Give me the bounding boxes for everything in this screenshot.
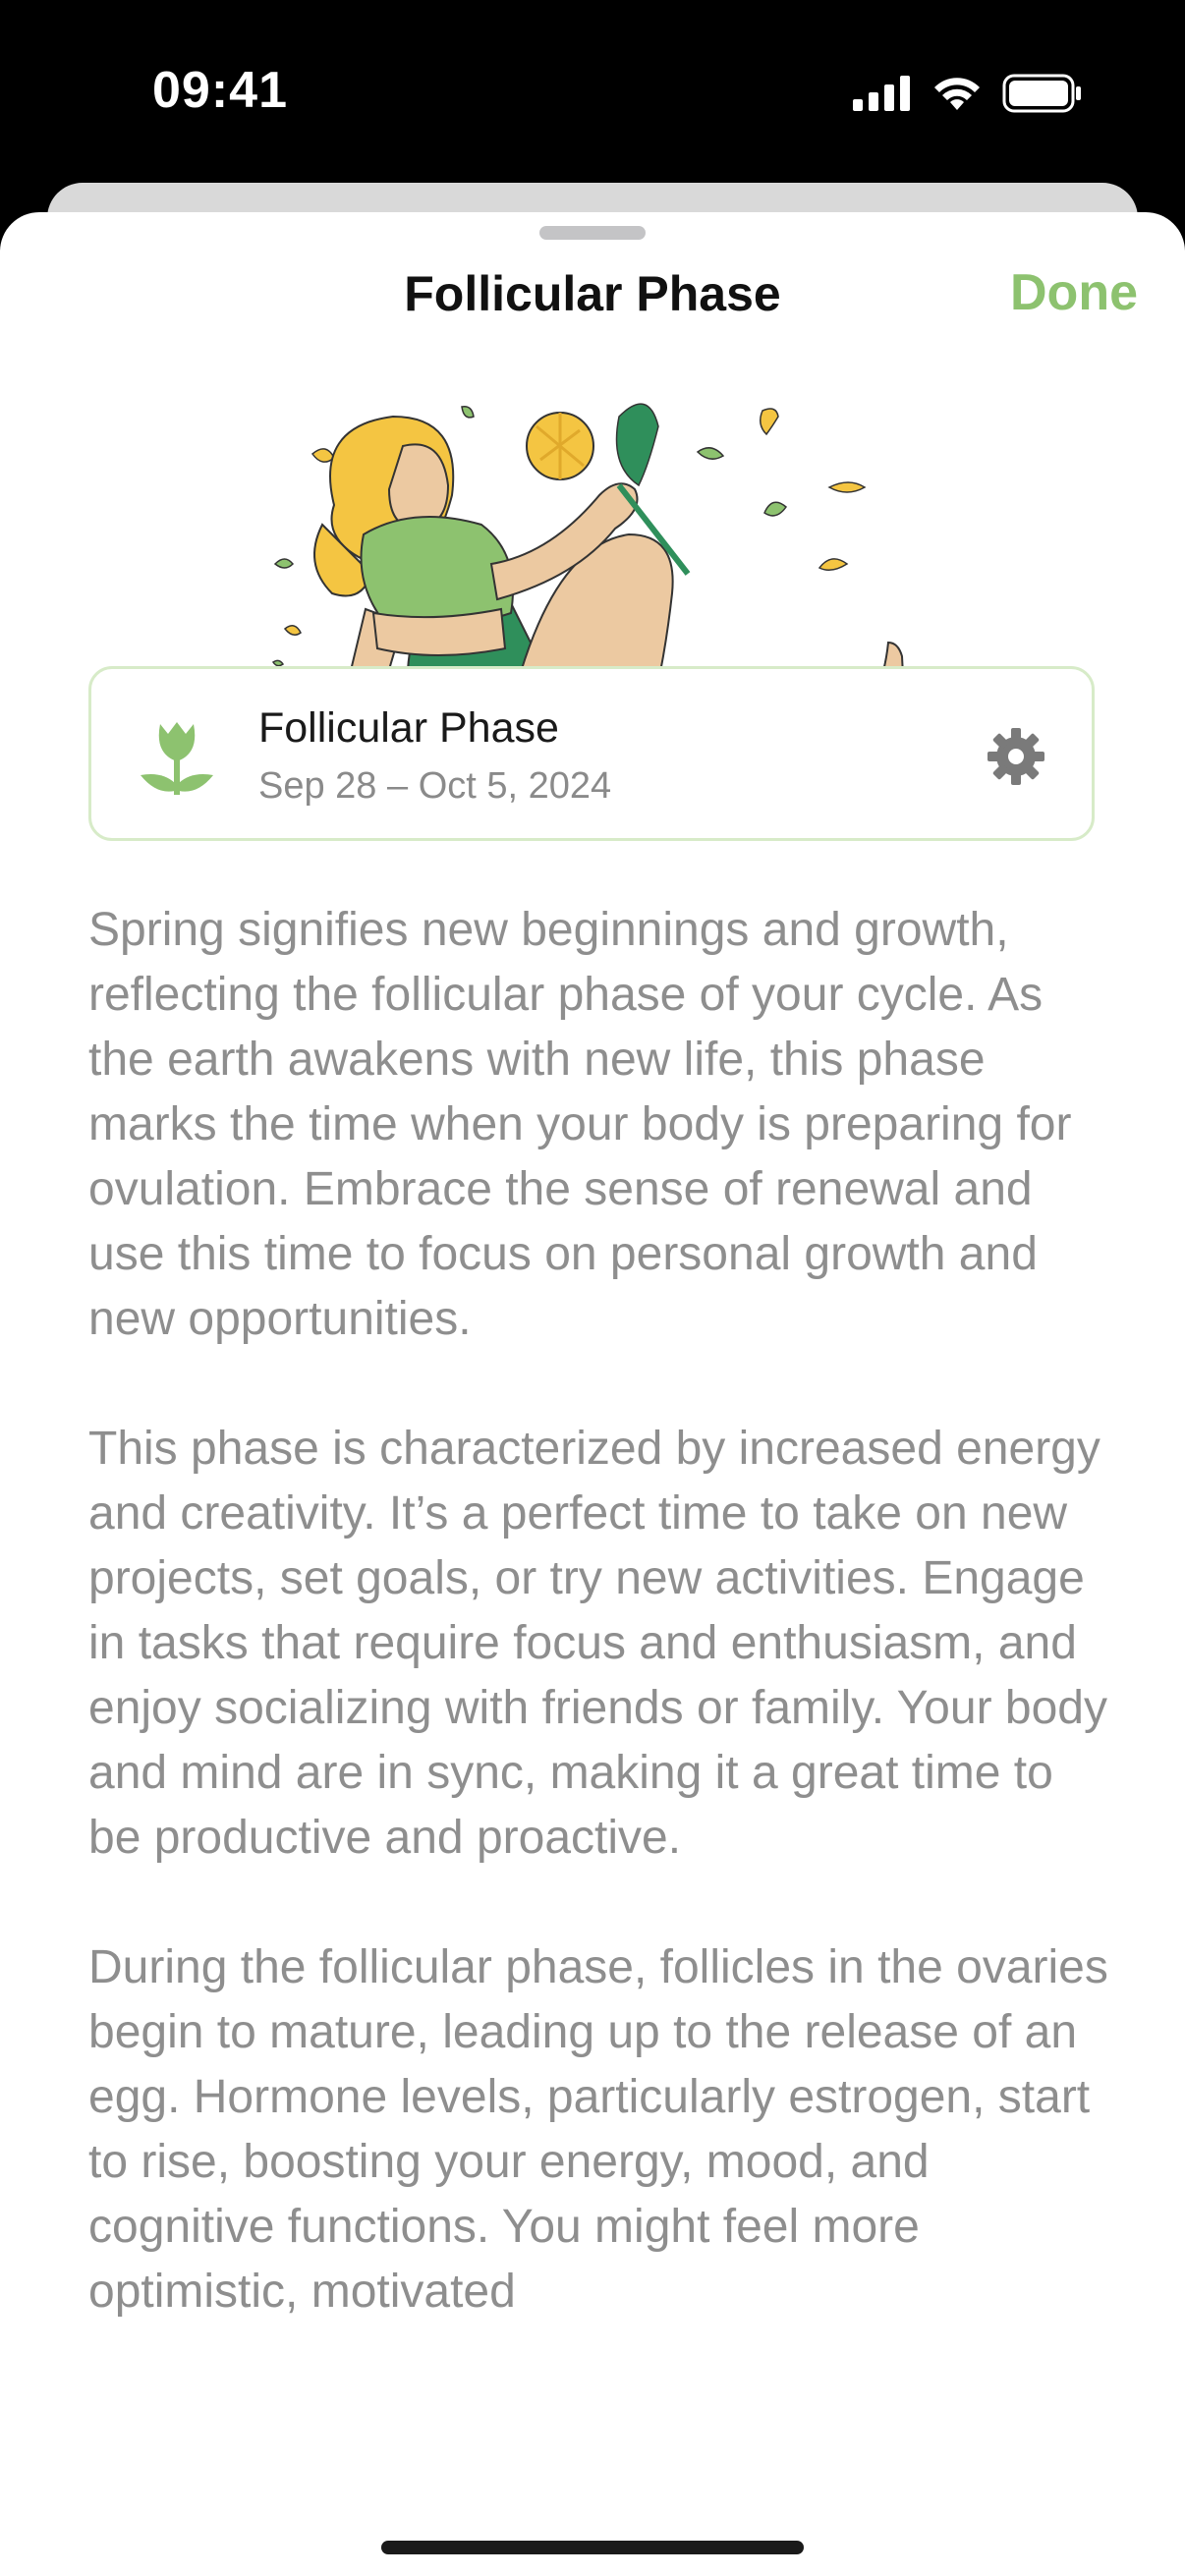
description-paragraph: During the follicular phase, follicles i…	[88, 1941, 1108, 2318]
status-time: 09:41	[152, 62, 288, 119]
wifi-icon	[934, 78, 980, 110]
description-paragraph: This phase is characterized by increased…	[88, 1423, 1107, 1864]
description-paragraph: Spring signifies new beginnings and grow…	[88, 904, 1072, 1345]
status-icons	[853, 69, 1083, 118]
phase-card[interactable]: Follicular Phase Sep 28 – Oct 5, 2024	[88, 666, 1095, 841]
done-button[interactable]: Done	[1010, 263, 1138, 322]
phase-description: Spring signifies new beginnings and grow…	[88, 898, 1110, 2389]
phase-card-name: Follicular Phase	[258, 704, 559, 752]
battery-icon	[1002, 74, 1081, 113]
status-bar: 09:41	[0, 0, 1185, 187]
phase-card-dates: Sep 28 – Oct 5, 2024	[258, 765, 612, 807]
phase-sheet: Follicular Phase Done Follicular Phase S…	[0, 212, 1185, 2576]
sheet-grabber[interactable]	[539, 226, 646, 240]
cellular-signal-icon	[853, 76, 910, 111]
tulip-icon	[141, 722, 213, 795]
screen: 09:41 Follicular Phase Done Follicular P…	[0, 0, 1185, 2576]
sheet-title: Follicular Phase	[404, 266, 781, 321]
gear-icon[interactable]	[986, 726, 1046, 787]
home-indicator[interactable]	[381, 2541, 804, 2554]
